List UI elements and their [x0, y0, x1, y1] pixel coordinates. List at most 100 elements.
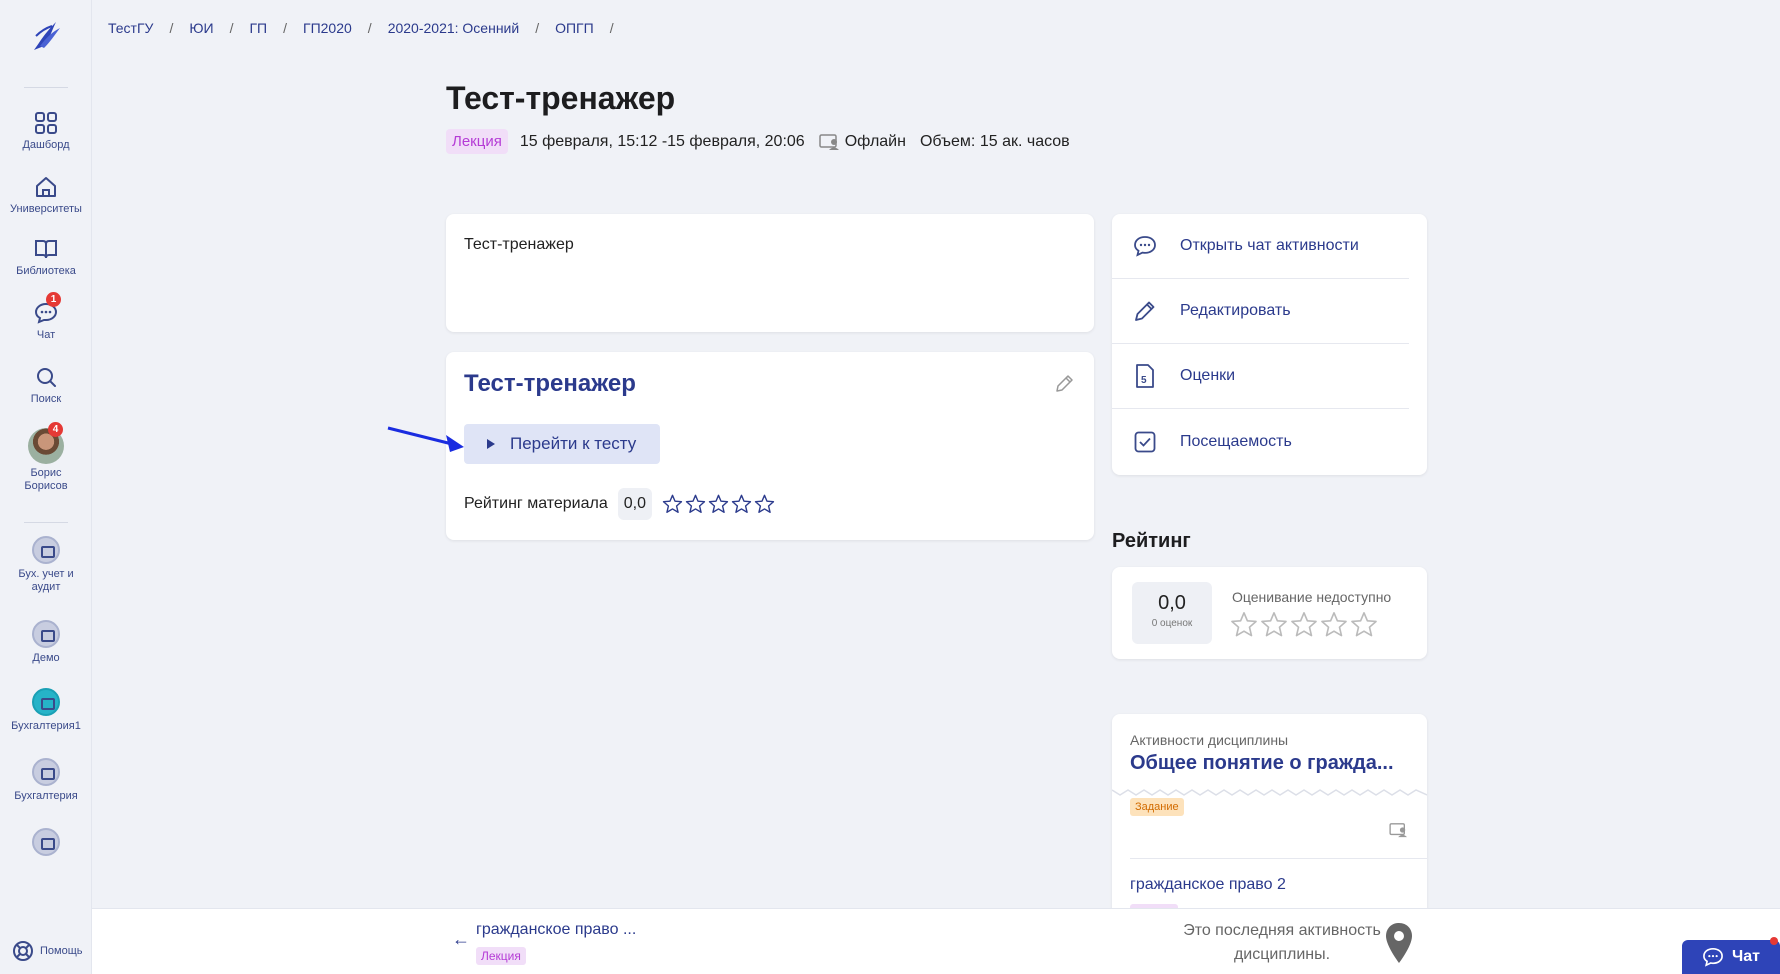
profile-name-last: Борисов — [24, 480, 68, 492]
course-book-icon — [32, 758, 60, 786]
breadcrumb-item[interactable]: 2020-2021: Осенний — [388, 20, 520, 36]
sidebar-course-buh[interactable]: Бухгалтерия — [0, 758, 92, 803]
material-rating-stars[interactable] — [662, 494, 775, 514]
edit-button[interactable]: Редактировать — [1112, 279, 1409, 344]
activities-current-title[interactable]: Общее понятие о гражда... — [1130, 752, 1394, 775]
material-rating: Рейтинг материала 0,0 — [464, 488, 775, 520]
rating-count: 0 оценок — [1151, 618, 1193, 629]
sidebar-course-demo[interactable]: Демо — [0, 620, 92, 665]
breadcrumb-separator: / — [169, 20, 174, 36]
star-icon[interactable] — [662, 494, 683, 514]
profile-badge: 4 — [48, 422, 63, 437]
activities-divider — [1130, 858, 1427, 859]
breadcrumb: ТестГУ / ЮИ / ГП / ГП2020 / 2020-2021: Осенн… — [108, 20, 630, 36]
rating-section-title: Рейтинг — [1112, 530, 1191, 552]
activity-volume: Объем: 15 ак. часов — [919, 132, 1070, 150]
attendance-button[interactable]: Посещаемость — [1112, 409, 1409, 474]
sidebar-item-dashboard[interactable]: Дашборд — [0, 110, 92, 152]
open-activity-chat-button[interactable]: Открыть чат активности — [1112, 214, 1409, 279]
star-icon[interactable] — [731, 494, 752, 514]
play-icon — [487, 439, 495, 449]
sidebar-course-unnamed[interactable] — [0, 828, 92, 860]
zigzag-divider — [1112, 789, 1427, 796]
chat-button-label: Чат — [1732, 948, 1760, 965]
star-icon[interactable] — [685, 494, 706, 514]
svg-text:5: 5 — [1141, 375, 1147, 386]
activity-mode-label: Офлайн — [844, 132, 906, 150]
course-label: Бухгалтерия — [14, 790, 78, 802]
edit-pencil-icon[interactable] — [1054, 374, 1074, 394]
star-icon[interactable] — [708, 494, 729, 514]
course-label: аудит — [31, 581, 61, 593]
star-icon[interactable] — [754, 494, 775, 514]
breadcrumb-separator: / — [535, 20, 540, 36]
grades-file-icon: 5 — [1136, 364, 1154, 388]
pointer-arrow-icon — [387, 426, 464, 452]
description-card: Тест-тренажер — [446, 214, 1094, 332]
grid-icon — [35, 112, 57, 134]
sidebar-divider — [24, 522, 68, 523]
sidebar-course-buh1[interactable]: Бухгалтерия1 — [0, 688, 92, 733]
last-activity-note: Это последняя активность дисциплины. — [1142, 919, 1422, 967]
previous-activity-tag: Лекция — [476, 947, 526, 965]
checkbox-icon — [1134, 431, 1156, 452]
sidebar-course-buh-audit[interactable]: Бух. учет и аудит — [0, 536, 92, 594]
material-rating-label: Рейтинг материала — [464, 495, 608, 512]
chat-bubble-icon — [1703, 947, 1723, 967]
star-icon — [1321, 612, 1347, 637]
material-rating-value: 0,0 — [617, 488, 652, 520]
last-activity-line2: дисциплины. — [1233, 946, 1331, 963]
book-icon — [35, 240, 57, 259]
breadcrumb-item[interactable]: ГП2020 — [303, 20, 352, 36]
test-card: Тест-тренажер Перейти к тесту Рейтинг ма… — [446, 352, 1094, 540]
action-label: Открыть чат активности — [1180, 237, 1359, 254]
go-to-test-label: Перейти к тесту — [510, 434, 637, 453]
lifebuoy-icon — [13, 941, 33, 961]
activities-subtitle: Активности дисциплины — [1130, 732, 1289, 748]
sidebar-item-label: Библиотека — [16, 265, 76, 277]
sidebar: Дашборд Университеты Библиотека 1 Чат По… — [0, 0, 92, 974]
rating-card: 0,0 0 оценок Оценивание недоступно — [1112, 567, 1427, 659]
breadcrumb-item[interactable]: ОПГП — [555, 20, 594, 36]
help-button[interactable]: Помощь — [12, 940, 83, 962]
sidebar-item-library[interactable]: Библиотека — [0, 236, 92, 278]
rating-summary: 0,0 0 оценок — [1132, 582, 1212, 644]
sidebar-item-universities[interactable]: Университеты — [0, 174, 92, 216]
page-title: Тест-тренажер — [446, 80, 676, 116]
breadcrumb-item[interactable]: ТестГУ — [108, 20, 153, 36]
star-icon — [1351, 612, 1377, 637]
course-book-icon — [32, 620, 60, 648]
breadcrumb-item[interactable]: ГП — [249, 20, 267, 36]
bottom-navigation-bar: ← гражданское право ... Лекция Это после… — [92, 908, 1780, 974]
activity-meta: Лекция 15 февраля, 15:12 -15 февраля, 20… — [446, 129, 1084, 154]
logo-icon[interactable] — [26, 16, 66, 56]
sidebar-item-profile[interactable]: 4 Борис Борисов — [0, 422, 92, 493]
sidebar-item-search[interactable]: Поиск — [0, 364, 92, 406]
chat-badge: 1 — [46, 292, 61, 307]
last-activity-line1: Это последняя активность — [1183, 922, 1381, 939]
chat-button[interactable]: Чат — [1682, 937, 1780, 974]
description-text: Тест-тренажер — [464, 236, 574, 253]
breadcrumb-separator: / — [283, 20, 287, 36]
previous-activity-link[interactable]: гражданское право ... — [476, 921, 636, 939]
chat-notification-dot — [1770, 937, 1778, 945]
grades-button[interactable]: 5 Оценки — [1112, 344, 1409, 409]
action-label: Редактировать — [1180, 302, 1291, 319]
action-label: Оценки — [1180, 367, 1236, 384]
star-icon — [1261, 612, 1287, 637]
pencil-icon — [1135, 301, 1155, 321]
activity-dates: 15 февраля, 15:12 -15 февраля, 20:06 — [519, 132, 805, 150]
breadcrumb-item[interactable]: ЮИ — [189, 20, 213, 36]
go-to-test-button[interactable]: Перейти к тесту — [464, 424, 660, 464]
breadcrumb-separator: / — [367, 20, 372, 36]
rating-unavailable-note: Оценивание недоступно — [1232, 589, 1392, 605]
sidebar-divider — [24, 87, 68, 88]
activity-mode: Офлайн — [818, 132, 906, 151]
task-tag: Задание — [1130, 798, 1184, 816]
map-pin-icon — [1386, 923, 1412, 963]
course-chat-icon — [32, 688, 60, 716]
sidebar-item-chat[interactable]: 1 Чат — [0, 292, 92, 342]
activity-item[interactable]: гражданское право 2 — [1130, 876, 1286, 894]
arrow-left-icon[interactable]: ← — [452, 929, 470, 950]
search-icon — [37, 368, 56, 387]
